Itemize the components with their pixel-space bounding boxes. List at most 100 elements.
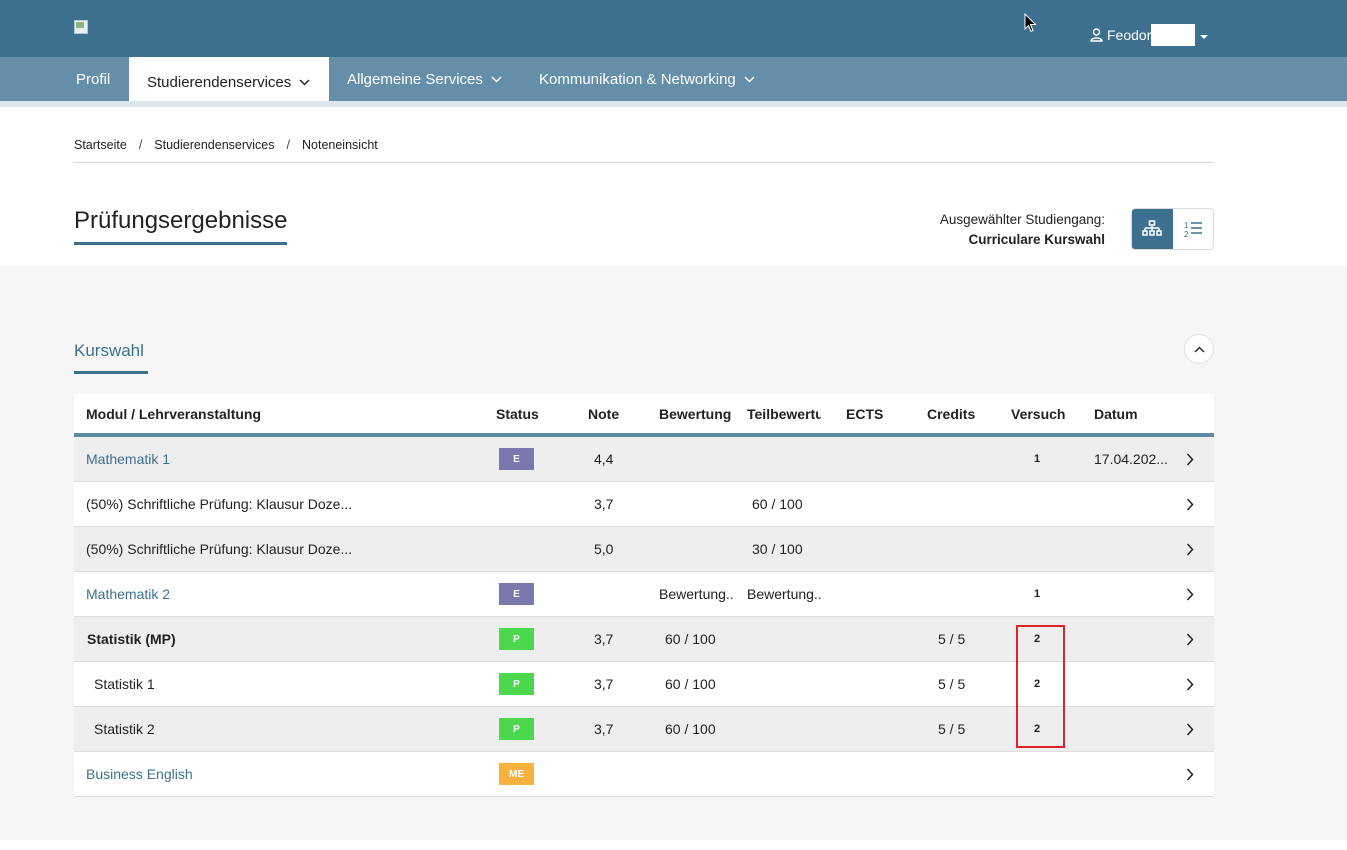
row-name[interactable]: Mathematik 2 xyxy=(86,572,170,616)
row-versuch: 2 xyxy=(1034,633,1041,645)
row-name: (50%) Schriftliche Prüfung: Klausur Doze… xyxy=(86,541,353,557)
studiengang-info: Ausgewählter Studiengang: Curriculare Ku… xyxy=(940,210,1105,250)
col-header-credits[interactable]: Credits xyxy=(927,394,975,433)
results-table: Modul / Lehrveranstaltung Status Note Be… xyxy=(74,394,1214,797)
chevron-down-icon xyxy=(744,76,755,82)
row-name: (50%) Schriftliche Prüfung: Klausur Doze… xyxy=(86,496,353,512)
row-bewertung: 60 / 100 xyxy=(665,631,716,647)
svg-text:2: 2 xyxy=(1184,230,1189,238)
numbered-list-icon: 1 2 xyxy=(1184,221,1202,238)
section-underline xyxy=(74,371,148,374)
chevron-right-icon[interactable] xyxy=(1186,632,1194,646)
row-note: 3,7 xyxy=(594,496,614,512)
breadcrumb-separator: / xyxy=(286,138,290,152)
nav-label: Profil xyxy=(76,70,111,88)
col-header-versuch[interactable]: Versuch xyxy=(1011,394,1065,433)
table-row[interactable]: Statistik 1 P 3,7 60 / 100 5 / 5 2 xyxy=(74,662,1214,707)
table-row[interactable]: Mathematik 2 E Bewertung.. Bewertung.. 1 xyxy=(74,572,1214,617)
row-note: 3,7 xyxy=(594,676,614,692)
table-row[interactable]: (50%) Schriftliche Prüfung: Klausur Doze… xyxy=(74,527,1214,572)
row-versuch: 1 xyxy=(1034,588,1041,600)
chevron-right-icon[interactable] xyxy=(1186,722,1194,736)
logo-broken-image-icon[interactable] xyxy=(74,20,90,34)
section-title: Kurswahl xyxy=(74,341,144,360)
row-name: Statistik 1 xyxy=(94,676,155,692)
caret-down-icon xyxy=(1200,34,1209,39)
status-badge: E xyxy=(499,448,534,470)
nav-divider xyxy=(0,101,1347,107)
breadcrumb-studierendenservices[interactable]: Studierendenservices xyxy=(154,138,274,152)
chevron-up-icon xyxy=(1194,346,1204,352)
row-versuch: 2 xyxy=(1034,678,1041,690)
svg-text:1: 1 xyxy=(1184,221,1189,230)
row-note: 3,7 xyxy=(594,631,614,647)
table-row[interactable]: (50%) Schriftliche Prüfung: Klausur Doze… xyxy=(74,482,1214,527)
breadcrumb-noteneinsicht: Noteneinsicht xyxy=(302,138,378,152)
row-note: 4,4 xyxy=(594,451,614,467)
row-note: 3,7 xyxy=(594,721,614,737)
user-menu[interactable]: Feodor xyxy=(1090,24,1209,46)
status-badge: P xyxy=(499,628,534,650)
col-header-status[interactable]: Status xyxy=(496,394,539,433)
title-underline xyxy=(74,242,287,245)
row-name[interactable]: Mathematik 1 xyxy=(86,437,170,481)
row-credits: 5 / 5 xyxy=(938,676,966,692)
tree-view-button[interactable] xyxy=(1132,209,1173,249)
chevron-right-icon[interactable] xyxy=(1186,497,1194,511)
nav-item-profil[interactable]: Profil xyxy=(58,57,128,101)
chevron-right-icon[interactable] xyxy=(1186,587,1194,601)
row-bewertung: 60 / 100 xyxy=(665,721,716,737)
status-badge: ME xyxy=(499,763,534,785)
redacted-name xyxy=(1151,24,1196,46)
chevron-down-icon xyxy=(299,79,310,85)
col-header-ects[interactable]: ECTS xyxy=(846,394,883,433)
nav-item-allgemeine-services[interactable]: Allgemeine Services xyxy=(329,57,520,101)
chevron-right-icon[interactable] xyxy=(1186,677,1194,691)
row-bewertung: 60 / 100 xyxy=(665,676,716,692)
nav-label: Kommunikation & Networking xyxy=(539,70,736,88)
top-bar: Feodor xyxy=(0,0,1347,57)
status-badge: P xyxy=(499,718,534,740)
col-header-teilbewertung[interactable]: Teilbewertu xyxy=(747,394,821,433)
row-credits: 5 / 5 xyxy=(938,631,966,647)
breadcrumb-divider xyxy=(74,162,1214,163)
row-name: Statistik 2 xyxy=(94,721,155,737)
breadcrumb-startseite[interactable]: Startseite xyxy=(74,138,127,152)
user-name: Feodor xyxy=(1107,27,1152,43)
nav-item-studierendenservices[interactable]: Studierendenservices xyxy=(129,57,329,107)
page-title: Prüfungsergebnisse xyxy=(74,207,288,234)
nav-item-kommunikation[interactable]: Kommunikation & Networking xyxy=(521,57,773,101)
col-header-note[interactable]: Note xyxy=(588,394,619,433)
main-nav: Profil Studierendenservices Allgemeine S… xyxy=(0,57,1347,107)
list-view-button[interactable]: 1 2 xyxy=(1173,209,1214,249)
table-row[interactable]: Statistik 2 P 3,7 60 / 100 5 / 5 2 xyxy=(74,707,1214,752)
view-toggle: 1 2 xyxy=(1131,208,1214,250)
col-header-modul[interactable]: Modul / Lehrveranstaltung xyxy=(86,394,261,433)
status-badge: E xyxy=(499,583,534,605)
chevron-right-icon[interactable] xyxy=(1186,542,1194,556)
nav-label: Studierendenservices xyxy=(147,73,292,91)
row-name: Statistik (MP) xyxy=(87,631,176,647)
row-versuch: 1 xyxy=(1034,453,1041,465)
col-header-bewertung[interactable]: Bewertung xyxy=(659,394,731,433)
row-teilbewertung: Bewertung.. xyxy=(747,586,822,602)
row-note: 5,0 xyxy=(594,541,614,557)
table-row[interactable]: Business English ME xyxy=(74,752,1214,797)
mouse-cursor-icon xyxy=(1024,13,1037,33)
breadcrumb: Startseite / Studierendenservices / Note… xyxy=(74,138,378,152)
row-teilbewertung: 30 / 100 xyxy=(752,541,803,557)
table-row[interactable]: Statistik (MP) P 3,7 60 / 100 5 / 5 2 xyxy=(74,617,1214,662)
user-icon xyxy=(1090,28,1103,42)
chevron-right-icon[interactable] xyxy=(1186,452,1194,466)
nav-label: Allgemeine Services xyxy=(347,70,483,88)
row-teilbewertung: 60 / 100 xyxy=(752,496,803,512)
chevron-right-icon[interactable] xyxy=(1186,767,1194,781)
col-header-datum[interactable]: Datum xyxy=(1094,394,1138,433)
collapse-button[interactable] xyxy=(1184,334,1214,364)
row-datum: 17.04.202... xyxy=(1094,451,1168,467)
row-bewertung: Bewertung.. xyxy=(659,586,734,602)
row-name[interactable]: Business English xyxy=(86,752,193,796)
chevron-down-icon xyxy=(491,76,502,82)
table-row[interactable]: Mathematik 1 E 4,4 1 17.04.202... xyxy=(74,437,1214,482)
sitemap-icon xyxy=(1142,220,1162,236)
